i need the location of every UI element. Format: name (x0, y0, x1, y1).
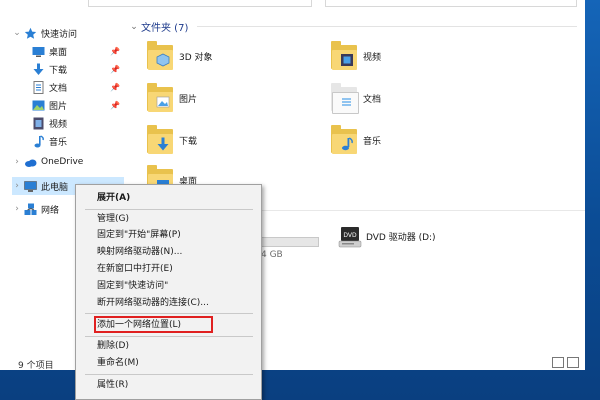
menu-separator (85, 374, 253, 375)
documents-folder-icon (331, 83, 359, 114)
star-icon (24, 27, 37, 40)
picture-icon (32, 99, 45, 112)
pictures-folder-icon (147, 83, 173, 113)
context-menu: 展开(A) 管理(G) 固定到"开始"屏幕(P) 映射网络驱动器(N)... 在… (75, 184, 262, 400)
nav-label: 桌面 (49, 47, 68, 58)
nav-item-videos[interactable]: 视频 (30, 114, 124, 132)
dvd-drive-icon[interactable]: DVD (338, 226, 362, 250)
dvd-drive-label[interactable]: DVD 驱动器 (D:) (366, 230, 436, 243)
chevron-right-icon[interactable]: › (12, 204, 22, 214)
menu-item-disconnect-network-drive[interactable]: 断开网络驱动器的连接(C)... (97, 296, 209, 310)
folder-label: 视频 (363, 52, 382, 63)
section-divider (197, 26, 577, 27)
menu-separator (85, 313, 253, 314)
details-view-icon[interactable] (552, 357, 564, 368)
chevron-right-icon[interactable]: › (12, 157, 22, 167)
folder-label: 下载 (179, 136, 198, 147)
toolbar-area (0, 0, 585, 10)
nav-label: 视频 (49, 119, 68, 130)
nav-label: 此电脑 (41, 182, 69, 193)
menu-item-open-new-window[interactable]: 在新窗口中打开(E) (97, 262, 173, 276)
folders-section-header[interactable]: ⌄ 文件夹 (7) (129, 19, 189, 35)
nav-item-pictures[interactable]: 图片 📌 (30, 96, 124, 114)
cloud-icon (24, 156, 37, 169)
folder-music[interactable]: 音乐 (331, 125, 381, 155)
download-icon (32, 63, 45, 76)
folder-label: 图片 (179, 94, 198, 105)
highlight-box (94, 316, 213, 333)
nav-label: 文档 (49, 83, 68, 94)
pin-icon[interactable]: 📌 (110, 101, 120, 110)
dvd-badge-text: DVD (343, 232, 357, 239)
nav-item-desktop[interactable]: 桌面 📌 (30, 42, 124, 60)
nav-label: 下载 (49, 65, 68, 76)
large-icons-view-icon[interactable] (567, 357, 579, 368)
address-bar[interactable] (88, 0, 312, 7)
desktop-icon (32, 45, 45, 58)
chevron-down-icon[interactable]: ⌄ (12, 28, 22, 38)
section-title: 文件夹 (7) (141, 23, 189, 34)
menu-item-rename[interactable]: 重命名(M) (97, 356, 139, 370)
nav-label: 音乐 (49, 137, 68, 148)
menu-item-map-network-drive[interactable]: 映射网络驱动器(N)... (97, 245, 182, 259)
drive-usage-bar (261, 237, 319, 247)
video-icon (32, 117, 45, 130)
folder-label: 音乐 (363, 136, 382, 147)
nav-label: 快速访问 (41, 29, 78, 40)
music-icon (32, 134, 45, 148)
nav-network[interactable]: › 网络 (12, 200, 59, 218)
nav-onedrive[interactable]: › OneDrive (12, 153, 83, 171)
folder-documents[interactable]: 文档 (331, 83, 382, 114)
folder-downloads[interactable]: 下载 (147, 125, 197, 155)
videos-folder-icon (331, 41, 357, 71)
network-icon (24, 203, 37, 216)
drive-size-text: 4 GB (261, 250, 283, 260)
item-count: 9 个项目 (18, 361, 54, 371)
music-folder-icon (331, 125, 357, 155)
chevron-down-icon[interactable]: ⌄ (129, 22, 139, 32)
menu-item-pin-quick-access[interactable]: 固定到"快速访问" (97, 279, 168, 293)
pin-icon[interactable]: 📌 (110, 47, 120, 56)
folder-videos[interactable]: 视频 (331, 41, 381, 71)
folder-label: 3D 对象 (179, 52, 213, 63)
folder-label: 文档 (363, 94, 382, 105)
pin-icon[interactable]: 📌 (110, 83, 120, 92)
menu-item-delete[interactable]: 删除(D) (97, 339, 129, 353)
menu-separator (85, 336, 253, 337)
menu-item-expand[interactable]: 展开(A) (97, 191, 130, 205)
menu-separator (85, 209, 253, 210)
folder-3d-objects[interactable]: 3D 对象 (147, 41, 213, 71)
folder-pictures[interactable]: 图片 (147, 83, 197, 113)
chevron-right-icon[interactable]: › (12, 181, 22, 191)
nav-label: OneDrive (41, 157, 84, 167)
nav-label: 网络 (41, 205, 60, 216)
search-box[interactable] (325, 0, 577, 7)
nav-item-downloads[interactable]: 下载 📌 (30, 60, 124, 78)
nav-item-documents[interactable]: 文档 📌 (30, 78, 124, 96)
downloads-folder-icon (147, 125, 173, 155)
menu-item-pin-to-start[interactable]: 固定到"开始"屏幕(P) (97, 228, 181, 242)
computer-icon (24, 180, 37, 193)
document-icon (32, 80, 45, 94)
menu-item-properties[interactable]: 属性(R) (97, 378, 128, 392)
nav-item-music[interactable]: 音乐 (30, 132, 124, 150)
pin-icon[interactable]: 📌 (110, 65, 120, 74)
nav-label: 图片 (49, 101, 68, 112)
nav-quick-access[interactable]: ⌄ 快速访问 (12, 24, 77, 42)
3d-objects-folder-icon (147, 41, 173, 71)
menu-item-manage[interactable]: 管理(G) (97, 212, 129, 226)
